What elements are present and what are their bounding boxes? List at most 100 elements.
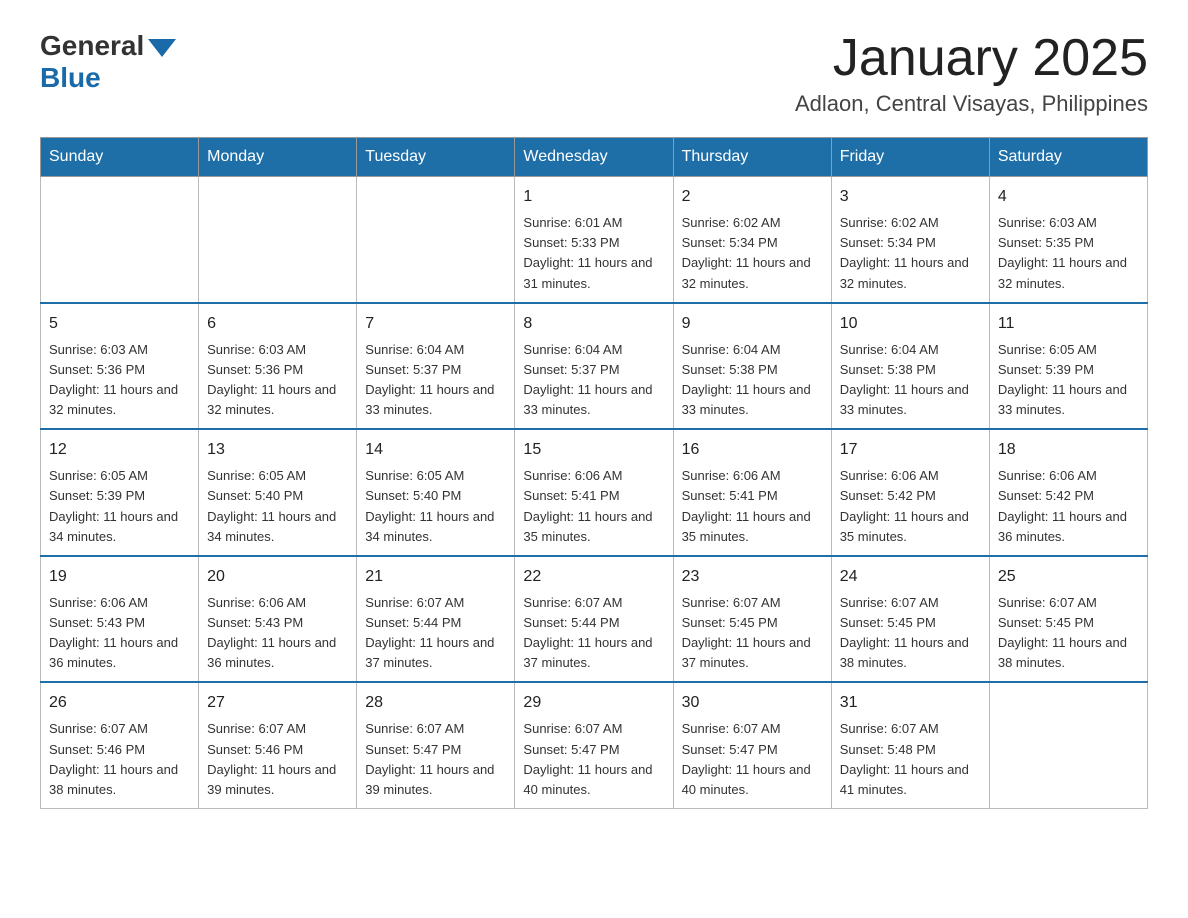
day-number: 4 bbox=[998, 185, 1139, 209]
calendar-cell: 27Sunrise: 6:07 AMSunset: 5:46 PMDayligh… bbox=[199, 682, 357, 808]
calendar-header-saturday: Saturday bbox=[989, 138, 1147, 177]
day-number: 24 bbox=[840, 565, 981, 589]
calendar-header-thursday: Thursday bbox=[673, 138, 831, 177]
day-number: 8 bbox=[523, 312, 664, 336]
calendar-cell bbox=[989, 682, 1147, 808]
calendar-cell: 17Sunrise: 6:06 AMSunset: 5:42 PMDayligh… bbox=[831, 429, 989, 556]
day-info: Sunrise: 6:01 AMSunset: 5:33 PMDaylight:… bbox=[523, 213, 664, 294]
calendar-cell: 19Sunrise: 6:06 AMSunset: 5:43 PMDayligh… bbox=[41, 556, 199, 683]
calendar-cell bbox=[357, 177, 515, 303]
location-subtitle: Adlaon, Central Visayas, Philippines bbox=[795, 91, 1148, 117]
day-info: Sunrise: 6:07 AMSunset: 5:47 PMDaylight:… bbox=[365, 719, 506, 800]
day-number: 9 bbox=[682, 312, 823, 336]
title-block: January 2025 Adlaon, Central Visayas, Ph… bbox=[795, 30, 1148, 117]
day-info: Sunrise: 6:05 AMSunset: 5:39 PMDaylight:… bbox=[998, 340, 1139, 421]
calendar-header-tuesday: Tuesday bbox=[357, 138, 515, 177]
calendar-cell: 25 Sunrise: 6:07 AMSunset: 5:45 PMDayligh… bbox=[989, 556, 1147, 683]
calendar-cell: 4Sunrise: 6:03 AMSunset: 5:35 PMDaylight… bbox=[989, 177, 1147, 303]
calendar-cell bbox=[41, 177, 199, 303]
day-info: Sunrise: 6:04 AMSunset: 5:38 PMDaylight:… bbox=[840, 340, 981, 421]
day-number: 16 bbox=[682, 438, 823, 462]
logo: General Blue bbox=[40, 30, 176, 94]
day-info: Sunrise: 6:06 AMSunset: 5:41 PMDaylight:… bbox=[523, 466, 664, 547]
calendar-cell: 9 Sunrise: 6:04 AMSunset: 5:38 PMDaylight… bbox=[673, 303, 831, 430]
calendar-cell: 11 Sunrise: 6:05 AMSunset: 5:39 PMDayligh… bbox=[989, 303, 1147, 430]
day-number: 11 bbox=[998, 312, 1139, 336]
day-number: 31 bbox=[840, 691, 981, 715]
day-number: 25 bbox=[998, 565, 1139, 589]
day-info: Sunrise: 6:06 AMSunset: 5:42 PMDaylight:… bbox=[998, 466, 1139, 547]
calendar-cell: 15 Sunrise: 6:06 AMSunset: 5:41 PMDayligh… bbox=[515, 429, 673, 556]
calendar-header-sunday: Sunday bbox=[41, 138, 199, 177]
day-number: 30 bbox=[682, 691, 823, 715]
day-number: 19 bbox=[49, 565, 190, 589]
day-info: Sunrise: 6:07 AMSunset: 5:46 PMDaylight:… bbox=[49, 719, 190, 800]
calendar-cell: 10 Sunrise: 6:04 AMSunset: 5:38 PMDayligh… bbox=[831, 303, 989, 430]
day-number: 26 bbox=[49, 691, 190, 715]
day-number: 13 bbox=[207, 438, 348, 462]
day-number: 15 bbox=[523, 438, 664, 462]
day-number: 12 bbox=[49, 438, 190, 462]
day-info: Sunrise: 6:07 AMSunset: 5:44 PMDaylight:… bbox=[365, 593, 506, 674]
month-year-title: January 2025 bbox=[795, 30, 1148, 87]
day-number: 7 bbox=[365, 312, 506, 336]
calendar-cell: 22 Sunrise: 6:07 AMSunset: 5:44 PMDayligh… bbox=[515, 556, 673, 683]
calendar-cell: 6Sunrise: 6:03 AMSunset: 5:36 PMDaylight… bbox=[199, 303, 357, 430]
day-info: Sunrise: 6:07 AMSunset: 5:47 PMDaylight:… bbox=[523, 719, 664, 800]
calendar-cell: 23Sunrise: 6:07 AMSunset: 5:45 PMDayligh… bbox=[673, 556, 831, 683]
day-number: 3 bbox=[840, 185, 981, 209]
day-info: Sunrise: 6:06 AMSunset: 5:41 PMDaylight:… bbox=[682, 466, 823, 547]
day-number: 14 bbox=[365, 438, 506, 462]
day-info: Sunrise: 6:07 AMSunset: 5:44 PMDaylight:… bbox=[523, 593, 664, 674]
calendar-cell: 24 Sunrise: 6:07 AMSunset: 5:45 PMDayligh… bbox=[831, 556, 989, 683]
day-number: 18 bbox=[998, 438, 1139, 462]
day-info: Sunrise: 6:05 AMSunset: 5:40 PMDaylight:… bbox=[207, 466, 348, 547]
day-info: Sunrise: 6:06 AMSunset: 5:42 PMDaylight:… bbox=[840, 466, 981, 547]
calendar-cell: 1Sunrise: 6:01 AMSunset: 5:33 PMDaylight… bbox=[515, 177, 673, 303]
day-number: 20 bbox=[207, 565, 348, 589]
day-info: Sunrise: 6:03 AMSunset: 5:36 PMDaylight:… bbox=[49, 340, 190, 421]
day-info: Sunrise: 6:04 AMSunset: 5:38 PMDaylight:… bbox=[682, 340, 823, 421]
calendar-week-row: 26 Sunrise: 6:07 AMSunset: 5:46 PMDayligh… bbox=[41, 682, 1148, 808]
day-number: 21 bbox=[365, 565, 506, 589]
calendar-cell: 31Sunrise: 6:07 AMSunset: 5:48 PMDayligh… bbox=[831, 682, 989, 808]
day-number: 2 bbox=[682, 185, 823, 209]
day-info: Sunrise: 6:04 AMSunset: 5:37 PMDaylight:… bbox=[523, 340, 664, 421]
calendar-week-row: 19 Sunrise: 6:06 AMSunset: 5:43 PMDayligh… bbox=[41, 556, 1148, 683]
day-number: 10 bbox=[840, 312, 981, 336]
calendar-cell: 29 Sunrise: 6:07 AMSunset: 5:47 PMDayligh… bbox=[515, 682, 673, 808]
calendar-cell: 30 Sunrise: 6:07 AMSunset: 5:47 PMDayligh… bbox=[673, 682, 831, 808]
day-info: Sunrise: 6:07 AMSunset: 5:45 PMDaylight:… bbox=[998, 593, 1139, 674]
day-number: 28 bbox=[365, 691, 506, 715]
calendar-cell: 8 Sunrise: 6:04 AMSunset: 5:37 PMDaylight… bbox=[515, 303, 673, 430]
calendar-cell bbox=[199, 177, 357, 303]
calendar-week-row: 12 Sunrise: 6:05 AMSunset: 5:39 PMDayligh… bbox=[41, 429, 1148, 556]
calendar-cell: 14Sunrise: 6:05 AMSunset: 5:40 PMDayligh… bbox=[357, 429, 515, 556]
calendar-header-wednesday: Wednesday bbox=[515, 138, 673, 177]
calendar-cell: 21 Sunrise: 6:07 AMSunset: 5:44 PMDayligh… bbox=[357, 556, 515, 683]
calendar-header-friday: Friday bbox=[831, 138, 989, 177]
calendar-cell: 2Sunrise: 6:02 AMSunset: 5:34 PMDaylight… bbox=[673, 177, 831, 303]
calendar-header-monday: Monday bbox=[199, 138, 357, 177]
calendar-cell: 7Sunrise: 6:04 AMSunset: 5:37 PMDaylight… bbox=[357, 303, 515, 430]
day-info: Sunrise: 6:07 AMSunset: 5:46 PMDaylight:… bbox=[207, 719, 348, 800]
day-info: Sunrise: 6:07 AMSunset: 5:45 PMDaylight:… bbox=[840, 593, 981, 674]
calendar-cell: 26 Sunrise: 6:07 AMSunset: 5:46 PMDayligh… bbox=[41, 682, 199, 808]
calendar-cell: 20 Sunrise: 6:06 AMSunset: 5:43 PMDayligh… bbox=[199, 556, 357, 683]
calendar-cell: 12 Sunrise: 6:05 AMSunset: 5:39 PMDayligh… bbox=[41, 429, 199, 556]
calendar-cell: 5 Sunrise: 6:03 AMSunset: 5:36 PMDaylight… bbox=[41, 303, 199, 430]
logo-triangle-icon bbox=[148, 39, 176, 57]
day-number: 23 bbox=[682, 565, 823, 589]
day-number: 5 bbox=[49, 312, 190, 336]
day-info: Sunrise: 6:06 AMSunset: 5:43 PMDaylight:… bbox=[207, 593, 348, 674]
day-number: 22 bbox=[523, 565, 664, 589]
day-info: Sunrise: 6:07 AMSunset: 5:47 PMDaylight:… bbox=[682, 719, 823, 800]
day-number: 29 bbox=[523, 691, 664, 715]
day-info: Sunrise: 6:03 AMSunset: 5:36 PMDaylight:… bbox=[207, 340, 348, 421]
calendar-week-row: 1Sunrise: 6:01 AMSunset: 5:33 PMDaylight… bbox=[41, 177, 1148, 303]
calendar-header-row: SundayMondayTuesdayWednesdayThursdayFrid… bbox=[41, 138, 1148, 177]
day-info: Sunrise: 6:05 AMSunset: 5:39 PMDaylight:… bbox=[49, 466, 190, 547]
logo-blue: Blue bbox=[40, 62, 101, 93]
logo-text-block: General Blue bbox=[40, 30, 176, 94]
day-info: Sunrise: 6:02 AMSunset: 5:34 PMDaylight:… bbox=[840, 213, 981, 294]
